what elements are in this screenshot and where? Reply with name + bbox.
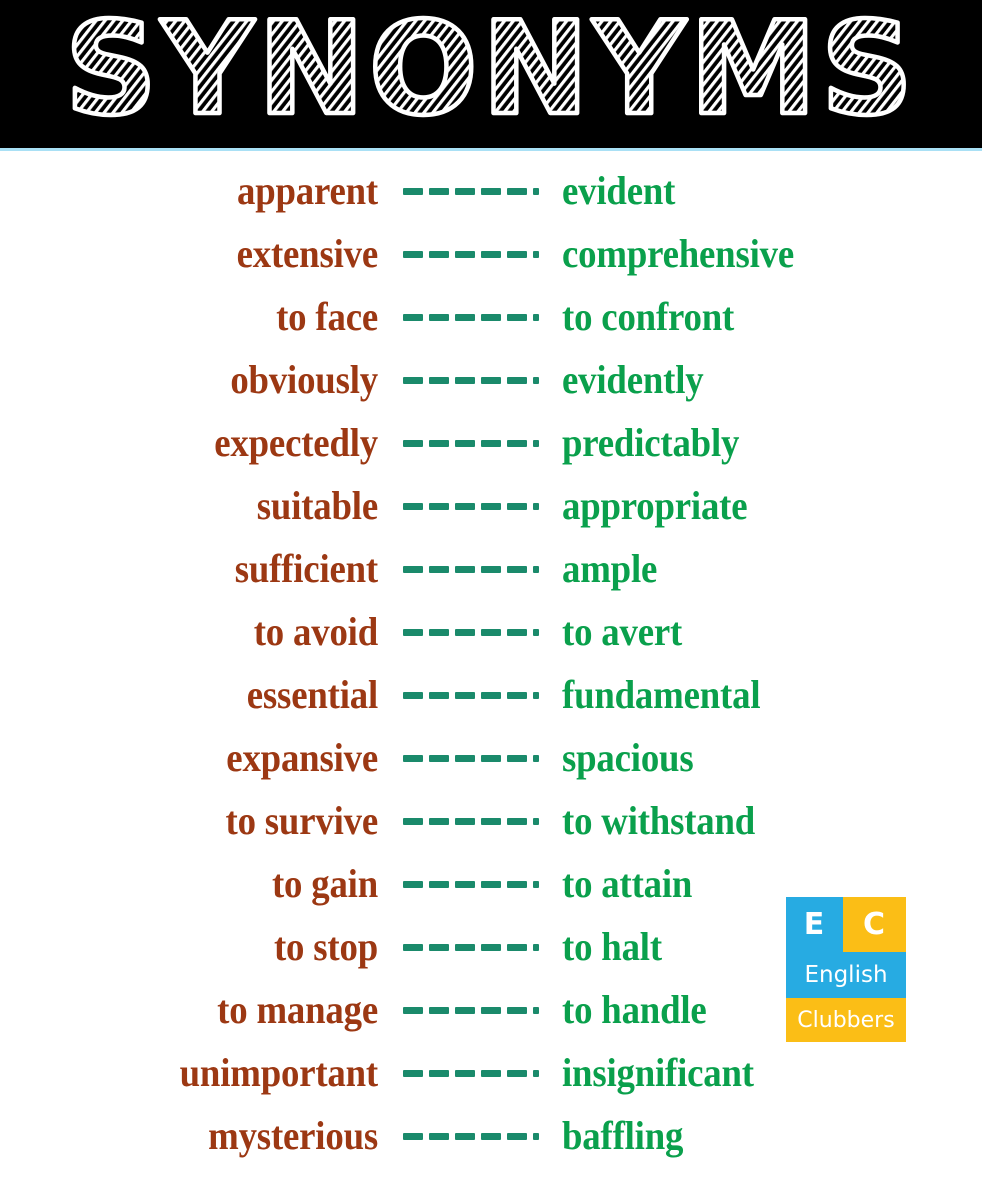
dash-connector bbox=[378, 1131, 562, 1141]
synonym-word: evident bbox=[562, 167, 676, 213]
dashed-line-icon bbox=[403, 817, 539, 825]
synonym-word: ample bbox=[562, 545, 658, 591]
synonym-row: apparent evident bbox=[0, 159, 982, 222]
synonym-row: expectedly predictably bbox=[0, 411, 982, 474]
synonym-row: suitable appropriate bbox=[0, 474, 982, 537]
dashed-line-icon bbox=[403, 691, 539, 699]
poster-title: SYNONYMS bbox=[63, 9, 917, 139]
synonym-row: extensive comprehensive bbox=[0, 222, 982, 285]
dashed-line-icon bbox=[403, 565, 539, 573]
source-word: to avoid bbox=[253, 608, 378, 654]
dashed-line-icon bbox=[403, 187, 539, 195]
dash-connector bbox=[378, 501, 562, 511]
dashed-line-icon bbox=[403, 1132, 539, 1140]
source-word: to face bbox=[276, 293, 378, 339]
dash-connector bbox=[378, 186, 562, 196]
source-word: unimportant bbox=[179, 1049, 379, 1095]
dashed-line-icon bbox=[403, 1069, 539, 1077]
dashed-line-icon bbox=[403, 754, 539, 762]
source-word: expansive bbox=[226, 734, 378, 780]
dash-connector bbox=[378, 879, 562, 889]
source-word: extensive bbox=[236, 230, 379, 276]
logo-word-clubbers: Clubbers bbox=[786, 998, 906, 1042]
english-clubbers-logo: E C English Clubbers bbox=[786, 897, 906, 1042]
logo-word-english: English bbox=[786, 952, 906, 998]
dash-connector bbox=[378, 1068, 562, 1078]
synonym-row: to avoid to avert bbox=[0, 600, 982, 663]
synonym-row: expansive spacious bbox=[0, 726, 982, 789]
dashed-line-icon bbox=[403, 439, 539, 447]
synonym-row: unimportant insignificant bbox=[0, 1041, 982, 1104]
dash-connector bbox=[378, 375, 562, 385]
source-word: suitable bbox=[256, 482, 378, 528]
source-word: apparent bbox=[237, 167, 378, 213]
dashed-line-icon bbox=[403, 943, 539, 951]
synonym-word: to withstand bbox=[562, 797, 756, 843]
dashed-line-icon bbox=[403, 628, 539, 636]
source-word: obviously bbox=[230, 356, 378, 402]
synonym-word: baffling bbox=[562, 1112, 684, 1158]
synonym-row: to survive to withstand bbox=[0, 789, 982, 852]
synonym-row: obviously evidently bbox=[0, 348, 982, 411]
source-word: to manage bbox=[217, 986, 378, 1032]
synonym-word: spacious bbox=[562, 734, 694, 780]
source-word: mysterious bbox=[208, 1112, 378, 1158]
dash-connector bbox=[378, 690, 562, 700]
dash-connector bbox=[378, 753, 562, 763]
dash-connector bbox=[378, 249, 562, 259]
dash-connector bbox=[378, 627, 562, 637]
synonym-word: evidently bbox=[562, 356, 704, 402]
dash-connector bbox=[378, 438, 562, 448]
synonym-row: mysterious baffling bbox=[0, 1104, 982, 1167]
synonym-row: sufficient ample bbox=[0, 537, 982, 600]
synonym-word: to confront bbox=[562, 293, 735, 339]
poster-header: SYNONYMS bbox=[0, 0, 982, 148]
synonyms-poster: SYNONYMS apparent evident extensive comp… bbox=[0, 0, 982, 1200]
synonym-word: comprehensive bbox=[562, 230, 795, 276]
synonym-word: appropriate bbox=[562, 482, 748, 528]
dashed-line-icon bbox=[403, 250, 539, 258]
synonym-row: to face to confront bbox=[0, 285, 982, 348]
source-word: to gain bbox=[271, 860, 378, 906]
source-word: sufficient bbox=[234, 545, 378, 591]
dash-connector bbox=[378, 1005, 562, 1015]
dash-connector bbox=[378, 312, 562, 322]
dashed-line-icon bbox=[403, 313, 539, 321]
logo-letter-e: E bbox=[786, 897, 843, 952]
source-word: to survive bbox=[225, 797, 378, 843]
dash-connector bbox=[378, 942, 562, 952]
logo-letter-c: C bbox=[843, 897, 906, 952]
synonym-row: essential fundamental bbox=[0, 663, 982, 726]
dashed-line-icon bbox=[403, 502, 539, 510]
dash-connector bbox=[378, 816, 562, 826]
source-word: expectedly bbox=[214, 419, 378, 465]
dashed-line-icon bbox=[403, 376, 539, 384]
source-word: essential bbox=[246, 671, 378, 717]
dashed-line-icon bbox=[403, 880, 539, 888]
dash-connector bbox=[378, 564, 562, 574]
dashed-line-icon bbox=[403, 1006, 539, 1014]
synonym-word: predictably bbox=[562, 419, 740, 465]
synonym-word: to avert bbox=[562, 608, 683, 654]
source-word: to stop bbox=[273, 923, 378, 969]
synonym-word: insignificant bbox=[562, 1049, 754, 1095]
synonym-word: fundamental bbox=[562, 671, 761, 717]
poster-title-text: SYNONYMS bbox=[65, 9, 917, 139]
